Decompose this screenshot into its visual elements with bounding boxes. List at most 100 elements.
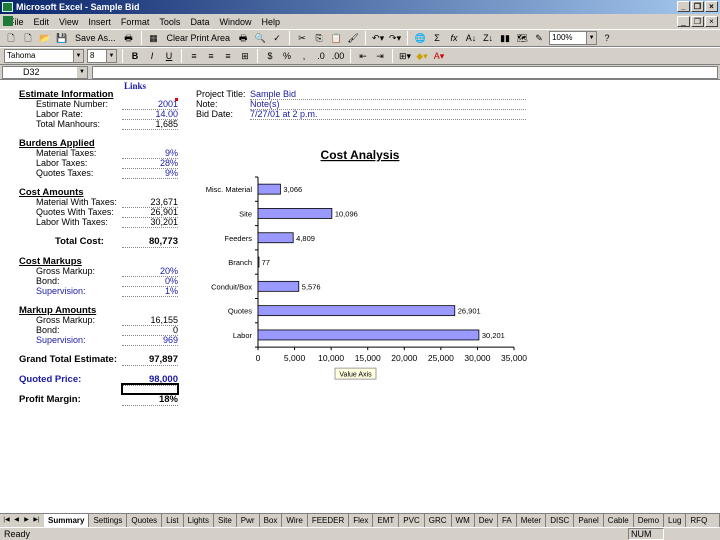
drawing-icon[interactable]: ✎ xyxy=(532,31,546,45)
menu-tools[interactable]: Tools xyxy=(154,17,185,27)
links-label[interactable]: Links xyxy=(124,81,146,91)
sort-descending-icon[interactable]: Z↓ xyxy=(481,31,495,45)
increase-decimal-icon[interactable]: .0 xyxy=(314,49,328,63)
tab-feeder[interactable]: FEEDER xyxy=(307,514,350,527)
italic-icon[interactable]: I xyxy=(145,49,159,63)
save-as-button[interactable]: Save As... xyxy=(72,31,119,45)
tab-lug[interactable]: Lug xyxy=(664,514,687,527)
sort-ascending-icon[interactable]: A↓ xyxy=(464,31,478,45)
labor-with-taxes-value[interactable]: 30,201 xyxy=(122,217,178,228)
comma-icon[interactable]: , xyxy=(297,49,311,63)
menu-window[interactable]: Window xyxy=(214,17,256,27)
tab-pwr[interactable]: Pwr xyxy=(236,514,260,527)
align-center-icon[interactable]: ≡ xyxy=(204,49,218,63)
restore-button[interactable]: ❐ xyxy=(691,1,704,12)
fill-color-icon[interactable]: ◆▾ xyxy=(415,49,429,63)
underline-icon[interactable]: U xyxy=(162,49,176,63)
menu-edit[interactable]: Edit xyxy=(29,17,55,27)
currency-icon[interactable]: $ xyxy=(263,49,277,63)
autosum-icon[interactable]: Σ xyxy=(430,31,444,45)
menu-format[interactable]: Format xyxy=(116,17,155,27)
quotes-taxes-value[interactable]: 9% xyxy=(122,168,178,179)
supervision-amount-value[interactable]: 969 xyxy=(122,335,178,346)
supervision-value[interactable]: 1% xyxy=(122,286,178,297)
tab-wm[interactable]: WM xyxy=(451,514,475,527)
cost-analysis-chart[interactable]: Cost Analysis Misc. Material 3,066 Site 10,0… xyxy=(190,141,530,391)
menu-data[interactable]: Data xyxy=(185,17,214,27)
clear-print-area-icon[interactable]: ▦ xyxy=(147,31,161,45)
merge-center-icon[interactable]: ⊞ xyxy=(238,49,252,63)
tab-settings[interactable]: Settings xyxy=(89,514,128,527)
tab-fa[interactable]: FA xyxy=(497,514,517,527)
supervision-amount-label[interactable]: Supervision: xyxy=(36,335,86,345)
tab-summary[interactable]: Summary xyxy=(44,514,90,527)
grand-total-value[interactable]: 97,897 xyxy=(122,354,178,366)
print-icon-2[interactable]: 🖶 xyxy=(236,31,250,45)
borders-icon[interactable]: ⊞▾ xyxy=(398,49,412,63)
total-manhours-value[interactable]: 1,685 xyxy=(122,119,178,130)
menu-insert[interactable]: Insert xyxy=(83,17,116,27)
cut-icon[interactable]: ✂ xyxy=(295,31,309,45)
decrease-indent-icon[interactable]: ⇤ xyxy=(356,49,370,63)
doc-close-button[interactable]: × xyxy=(705,16,718,27)
increase-indent-icon[interactable]: ⇥ xyxy=(373,49,387,63)
tab-demo[interactable]: Demo xyxy=(633,514,665,527)
menu-help[interactable]: Help xyxy=(256,17,285,27)
print-icon[interactable]: 🖶 xyxy=(122,31,136,45)
hyperlink-icon[interactable]: 🌐 xyxy=(413,31,427,45)
undo-icon[interactable]: ↶▾ xyxy=(371,31,385,45)
tab-quotes[interactable]: Quotes xyxy=(127,514,163,527)
align-right-icon[interactable]: ≡ xyxy=(221,49,235,63)
workbook-icon[interactable] xyxy=(3,16,13,26)
tab-cable[interactable]: Cable xyxy=(603,514,634,527)
save-icon[interactable]: 💾 xyxy=(55,31,69,45)
tab-wire[interactable]: Wire xyxy=(282,514,308,527)
open-icon[interactable]: 📂 xyxy=(38,31,52,45)
prev-sheet-icon[interactable]: ◀ xyxy=(12,515,21,526)
format-painter-icon[interactable]: 🖌 xyxy=(346,31,360,45)
menu-view[interactable]: View xyxy=(54,17,83,27)
name-box[interactable]: D32 ▼ xyxy=(2,66,88,79)
function-icon[interactable]: fx xyxy=(447,31,461,45)
profit-margin-value[interactable]: 18% xyxy=(122,394,178,406)
tab-panel[interactable]: Panel xyxy=(574,514,604,527)
tab-flex[interactable]: Flex xyxy=(349,514,374,527)
chart-wizard-icon[interactable]: ▮▮ xyxy=(498,31,512,45)
zoom-select[interactable]: 100% ▼ xyxy=(549,31,598,45)
tab-box[interactable]: Box xyxy=(259,514,283,527)
tab-dev[interactable]: Dev xyxy=(474,514,498,527)
tab-meter[interactable]: Meter xyxy=(516,514,547,527)
last-sheet-icon[interactable]: ▶| xyxy=(32,515,41,526)
print-preview-icon[interactable]: 🔍 xyxy=(253,31,267,45)
redo-icon[interactable]: ↷▾ xyxy=(388,31,402,45)
next-sheet-icon[interactable]: ▶ xyxy=(22,515,31,526)
tab-site[interactable]: Site xyxy=(213,514,237,527)
doc-restore-button[interactable]: ❐ xyxy=(691,16,704,27)
percent-icon[interactable]: % xyxy=(280,49,294,63)
copy-icon[interactable]: ⎘ xyxy=(312,31,326,45)
tab-list[interactable]: List xyxy=(162,514,184,527)
total-cost-value[interactable]: 80,773 xyxy=(122,236,178,248)
close-button[interactable]: × xyxy=(705,1,718,12)
clear-print-area-button[interactable]: Clear Print Area xyxy=(164,31,234,45)
bid-date-value[interactable]: 7/27/01 at 2 p.m. xyxy=(250,109,526,120)
selected-cell[interactable] xyxy=(121,383,179,395)
worksheet[interactable]: Links Project Title: Sample Bid Note: No… xyxy=(0,81,720,513)
tab-rfq-light[interactable]: RFQ Light xyxy=(686,514,720,538)
first-sheet-icon[interactable]: |◀ xyxy=(2,515,11,526)
paste-icon[interactable]: 📋 xyxy=(329,31,343,45)
font-color-icon[interactable]: A▾ xyxy=(432,49,446,63)
new-sheet-icon[interactable]: 🗋 xyxy=(21,31,35,45)
formula-input[interactable] xyxy=(92,66,718,79)
font-select[interactable]: Tahoma ▼ xyxy=(4,49,84,63)
tab-pvc[interactable]: PVC xyxy=(399,514,425,527)
tab-emt[interactable]: EMT xyxy=(373,514,400,527)
tab-grc[interactable]: GRC xyxy=(424,514,452,527)
font-size-select[interactable]: 8 ▼ xyxy=(87,49,117,63)
minimize-button[interactable]: _ xyxy=(677,1,690,12)
tab-lights[interactable]: Lights xyxy=(183,514,214,527)
supervision-label[interactable]: Supervision: xyxy=(36,286,86,296)
spelling-icon[interactable]: ✓ xyxy=(270,31,284,45)
map-icon[interactable]: 🗺 xyxy=(515,31,529,45)
decrease-decimal-icon[interactable]: .00 xyxy=(331,49,345,63)
